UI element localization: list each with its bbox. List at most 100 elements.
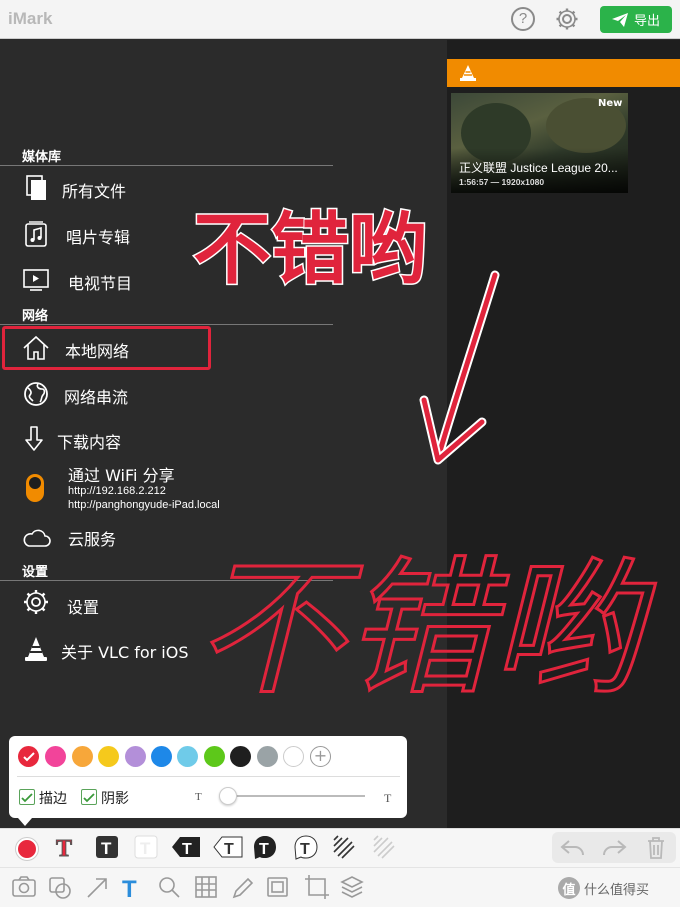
sidebar-item-about[interactable]: 关于 VLC for iOS: [0, 629, 333, 669]
divider: [0, 580, 333, 581]
help-button[interactable]: ?: [511, 7, 535, 31]
crop-icon[interactable]: [305, 875, 329, 899]
vlc-cone-icon: [460, 65, 476, 81]
text-style-dark-tag-icon[interactable]: T: [182, 841, 192, 858]
toggle-icon: [26, 474, 44, 502]
send-icon: [611, 12, 628, 27]
swatch-pink[interactable]: [45, 746, 66, 767]
divider: [0, 165, 333, 166]
divider: [0, 324, 333, 325]
sidebar-item-label: 网络串流: [64, 388, 129, 407]
shape-overlap-icon[interactable]: [49, 877, 71, 899]
section-network: 网络: [22, 309, 49, 324]
add-color-button[interactable]: +: [310, 746, 331, 767]
color-palette-popover: + 描边 阴影 T T: [9, 736, 407, 818]
highlight-box: [2, 326, 211, 370]
shadow-label: 阴影: [101, 791, 129, 807]
movie-thumbnail[interactable]: New 正义联盟 Justice League 20... 1:56:57 — …: [451, 93, 628, 193]
tv-icon: [23, 269, 49, 291]
swatch-blue[interactable]: [151, 746, 172, 767]
gear-icon[interactable]: [555, 7, 579, 31]
sidebar-item-albums[interactable]: 唱片专辑: [0, 214, 333, 254]
sidebar-item-label: 云服务: [68, 530, 117, 549]
vlc-sidebar: 媒体库 所有文件 唱片专辑 电视节目 网络 本地网络 网络串流 下载内容 通过 …: [0, 40, 447, 828]
undo-icon[interactable]: [560, 838, 586, 858]
text-style-dark-box-icon[interactable]: T: [101, 839, 112, 858]
undo-redo-group: [552, 832, 676, 863]
title-bar: iMark ? 导出: [0, 0, 680, 39]
text-style-light-hatch-icon[interactable]: [373, 835, 395, 859]
section-media: 媒体库: [22, 150, 62, 165]
new-badge: New: [598, 98, 623, 109]
sidebar-item-tv[interactable]: 电视节目: [0, 260, 333, 300]
rectangle-tool-icon[interactable]: [267, 877, 288, 897]
text-style-light-bubble-icon[interactable]: T: [300, 841, 310, 858]
music-icon: [25, 221, 47, 247]
text-style-hatch-icon[interactable]: [333, 835, 355, 859]
swatch-black[interactable]: [230, 746, 251, 767]
vlc-cone-icon: [25, 637, 47, 661]
swatch-green[interactable]: [204, 746, 225, 767]
check-icon: [21, 793, 33, 803]
shadow-checkbox[interactable]: [81, 789, 97, 805]
sidebar-item-cloud[interactable]: 云服务: [0, 516, 333, 556]
swatch-purple[interactable]: [125, 746, 146, 767]
export-label: 导出: [633, 14, 660, 29]
sidebar-item-wifi[interactable]: 通过 WiFi 分享 http://192.168.2.212 http://p…: [0, 460, 333, 514]
swatch-light-blue[interactable]: [177, 746, 198, 767]
cloud-icon: [23, 529, 51, 547]
grid-icon[interactable]: [195, 876, 217, 898]
sidebar-item-label: 电视节目: [68, 274, 133, 293]
screenshot-canvas: 媒体库 所有文件 唱片专辑 电视节目 网络 本地网络 网络串流 下载内容 通过 …: [0, 40, 680, 828]
sidebar-item-label: 设置: [67, 598, 100, 617]
arrow-tool-icon[interactable]: [87, 878, 107, 898]
check-icon: [22, 751, 35, 761]
sidebar-item-label: 下载内容: [57, 433, 122, 452]
app-title: iMark: [8, 9, 53, 28]
layers-icon[interactable]: [340, 876, 364, 898]
size-slider-knob[interactable]: [219, 787, 237, 805]
sidebar-item-all-files[interactable]: 所有文件: [0, 168, 333, 208]
watermark-text: 什么值得买: [584, 882, 650, 898]
text-style-white-box-icon[interactable]: T: [140, 839, 151, 858]
wifi-url-ip: http://192.168.2.212: [68, 485, 166, 497]
watermark-logo: 值: [558, 877, 580, 899]
export-button[interactable]: 导出: [600, 6, 672, 33]
size-small-icon: T: [195, 791, 202, 803]
download-icon: [25, 426, 43, 451]
sidebar-item-settings[interactable]: 设置: [0, 584, 333, 624]
movie-title: 正义联盟 Justice League 20...: [459, 161, 618, 175]
media-pane: New 正义联盟 Justice League 20... 1:56:57 — …: [447, 40, 680, 828]
pencil-icon[interactable]: [232, 877, 254, 899]
stroke-checkbox[interactable]: [19, 789, 35, 805]
text-style-light-tag-icon[interactable]: T: [224, 841, 234, 858]
text-tool-icon[interactable]: T: [122, 876, 137, 903]
imark-window: iMark ? 导出 媒体库 所有文件 唱片专辑 电视节目 网络 本地网络 网络…: [0, 0, 680, 907]
sidebar-item-label: 关于 VLC for iOS: [61, 643, 189, 662]
gear-icon: [24, 590, 48, 614]
swatch-gray[interactable]: [257, 746, 278, 767]
sidebar-item-streaming[interactable]: 网络串流: [0, 374, 333, 414]
swatch-white[interactable]: [283, 746, 304, 767]
trash-icon[interactable]: [646, 836, 666, 860]
sidebar-item-downloads[interactable]: 下载内容: [0, 419, 333, 459]
size-slider[interactable]: [227, 795, 365, 797]
redo-icon[interactable]: [601, 838, 627, 858]
text-style-dark-bubble-icon[interactable]: T: [259, 841, 269, 858]
watermark: 值 什么值得买: [558, 877, 649, 899]
swatch-orange[interactable]: [72, 746, 93, 767]
text-style-outline-icon[interactable]: T: [56, 836, 73, 863]
swatch-red[interactable]: [18, 746, 39, 767]
vlc-header-bar: [447, 59, 680, 87]
sidebar-item-label: 通过 WiFi 分享: [68, 466, 175, 485]
camera-icon[interactable]: [12, 876, 36, 897]
swatch-yellow[interactable]: [98, 746, 119, 767]
movie-meta: 1:56:57 — 1920x1080: [459, 177, 545, 187]
sidebar-item-label: 唱片专辑: [66, 228, 131, 247]
globe-icon: [24, 382, 48, 406]
wifi-url-host: http://panghongyude-iPad.local: [68, 499, 220, 511]
text-style-icons: T T T T T T T: [56, 835, 395, 863]
divider: [17, 776, 400, 777]
magnifier-icon[interactable]: [159, 877, 180, 898]
files-icon: [26, 175, 46, 200]
